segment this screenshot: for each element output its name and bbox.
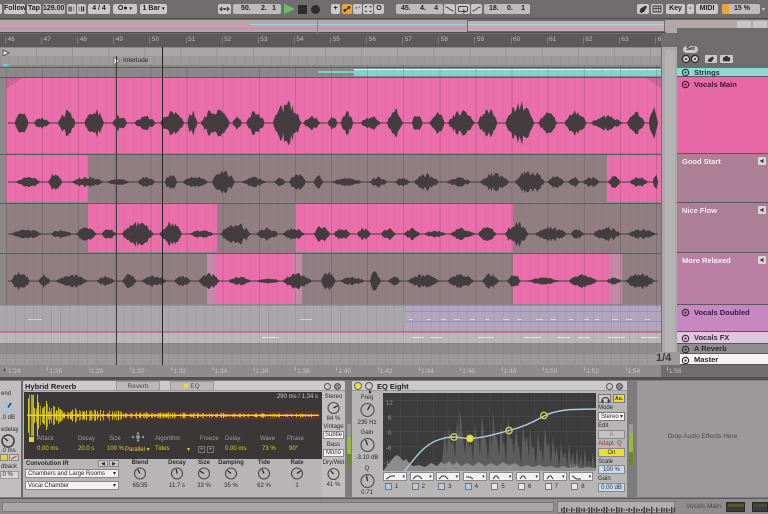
- svg-text:100: 100: [440, 464, 451, 470]
- svg-text:10k: 10k: [569, 465, 580, 471]
- svg-text:6: 6: [388, 416, 392, 422]
- svg-text:12: 12: [386, 401, 393, 407]
- svg-text:-6: -6: [386, 446, 392, 452]
- svg-text:1k: 1k: [507, 465, 514, 471]
- svg-text:0: 0: [388, 431, 392, 437]
- svg-text:-12: -12: [384, 461, 393, 467]
